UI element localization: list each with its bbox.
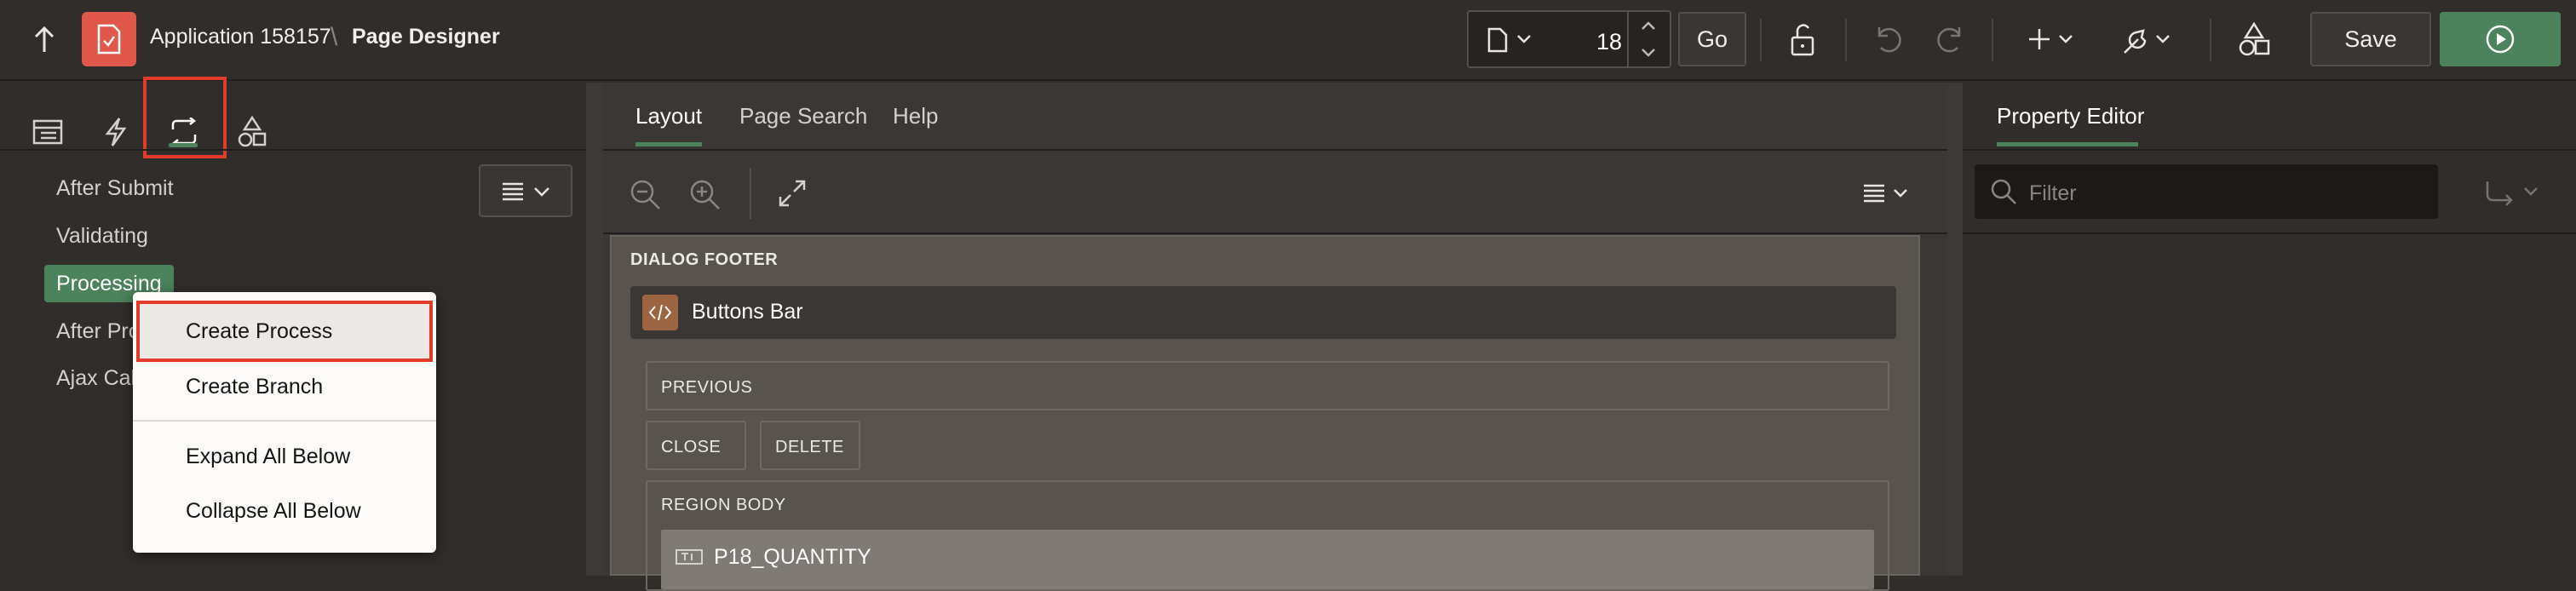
page-item[interactable]: P18_QUANTITY [661, 530, 1874, 589]
page-number-input[interactable]: 18 [1596, 29, 1622, 55]
application-title[interactable]: Application 158157 [150, 25, 331, 49]
previous-slot[interactable]: PREVIOUS [646, 361, 1889, 410]
layout-canvas[interactable]: DIALOG FOOTER Buttons Bar PREVIOUS CLOSE… [610, 235, 1920, 591]
tab-help[interactable]: Help [893, 103, 938, 129]
menu-divider [133, 420, 436, 422]
rendering-icon [32, 119, 63, 145]
page-number-selector[interactable]: 18 [1467, 10, 1671, 68]
context-menu: Create Process Create Branch Expand All … [133, 292, 436, 553]
zoom-out-icon[interactable] [629, 178, 663, 212]
dialog-footer-label: DIALOG FOOTER [630, 250, 779, 269]
expand-icon[interactable] [777, 178, 808, 209]
tab-page-search[interactable]: Page Search [739, 103, 867, 129]
filter-input[interactable]: Filter [1975, 164, 2438, 219]
shared-components-tab[interactable] [228, 100, 276, 164]
tree-item-after-processing[interactable]: After Pro [56, 319, 141, 344]
tab-layout[interactable]: Layout [635, 103, 702, 129]
lightning-icon [105, 118, 127, 146]
region-body-slot[interactable]: REGION BODY P18_QUANTITY [646, 480, 1889, 591]
rendering-tab[interactable] [24, 100, 72, 164]
processing-tab-highlight [143, 77, 227, 158]
go-to-group-icon[interactable] [2482, 178, 2550, 207]
code-icon [642, 295, 678, 330]
previous-label: PREVIOUS [661, 378, 753, 397]
undo-icon[interactable] [1871, 22, 1905, 56]
page-title: Page Designer [352, 25, 500, 49]
close-slot[interactable]: CLOSE [646, 421, 746, 470]
delete-slot[interactable]: DELETE [760, 421, 860, 470]
run-page-button[interactable] [2440, 12, 2561, 66]
up-arrow-icon[interactable] [31, 23, 58, 57]
shapes-icon [238, 116, 267, 147]
create-plus-icon[interactable] [2029, 26, 2077, 53]
increment-icon[interactable] [1639, 19, 1658, 32]
active-tab-indicator [635, 142, 702, 146]
list-icon [501, 181, 526, 202]
zoom-in-icon[interactable] [688, 178, 722, 212]
left-splitter[interactable] [586, 83, 603, 576]
play-icon [2486, 25, 2515, 54]
page-item-label: P18_QUANTITY [714, 545, 871, 569]
menu-item-expand-all-below[interactable]: Expand All Below [186, 445, 350, 469]
layout-menu-icon[interactable] [1862, 183, 1913, 205]
dynamic-actions-tab[interactable] [92, 100, 140, 164]
menu-item-create-process[interactable]: Create Process [186, 319, 332, 344]
redo-icon[interactable] [1934, 22, 1968, 56]
tree-item-after-submit[interactable]: After Submit [56, 176, 174, 201]
page-designer-toolbar: Application 158157 \ Page Designer 18 Go [0, 0, 2576, 81]
chevron-down-icon [533, 186, 550, 197]
application-icon[interactable] [82, 12, 136, 66]
buttons-bar-region[interactable]: Buttons Bar [630, 286, 1896, 339]
shared-components-icon[interactable] [2237, 20, 2271, 58]
text-field-icon [675, 547, 704, 567]
unlock-icon[interactable] [1785, 20, 1820, 58]
active-tab-indicator [1997, 142, 2138, 146]
filter-placeholder: Filter [2029, 181, 2077, 205]
menu-item-create-branch[interactable]: Create Branch [186, 375, 323, 399]
breadcrumb-separator: \ [331, 23, 338, 51]
close-label: CLOSE [661, 438, 722, 456]
page-icon [1487, 27, 1508, 53]
delete-label: DELETE [775, 438, 844, 456]
tab-property-editor[interactable]: Property Editor [1997, 103, 2144, 129]
menu-item-collapse-all-below[interactable]: Collapse All Below [186, 499, 361, 524]
search-icon [1990, 178, 2017, 205]
decrement-icon[interactable] [1639, 46, 1658, 60]
utilities-wrench-icon[interactable] [2119, 22, 2174, 56]
chevron-down-icon[interactable] [1516, 34, 1532, 44]
region-body-label: REGION BODY [661, 496, 786, 514]
right-pane: Property Editor Filter [1963, 83, 2576, 576]
right-splitter[interactable] [1947, 83, 1963, 576]
tree-item-ajax-callback[interactable]: Ajax Cal [56, 366, 135, 391]
tree-menu-button[interactable] [479, 164, 572, 217]
buttons-bar-label: Buttons Bar [692, 300, 803, 324]
go-button[interactable]: Go [1678, 12, 1746, 66]
tree-item-validating[interactable]: Validating [56, 224, 148, 249]
save-button[interactable]: Save [2310, 12, 2431, 66]
